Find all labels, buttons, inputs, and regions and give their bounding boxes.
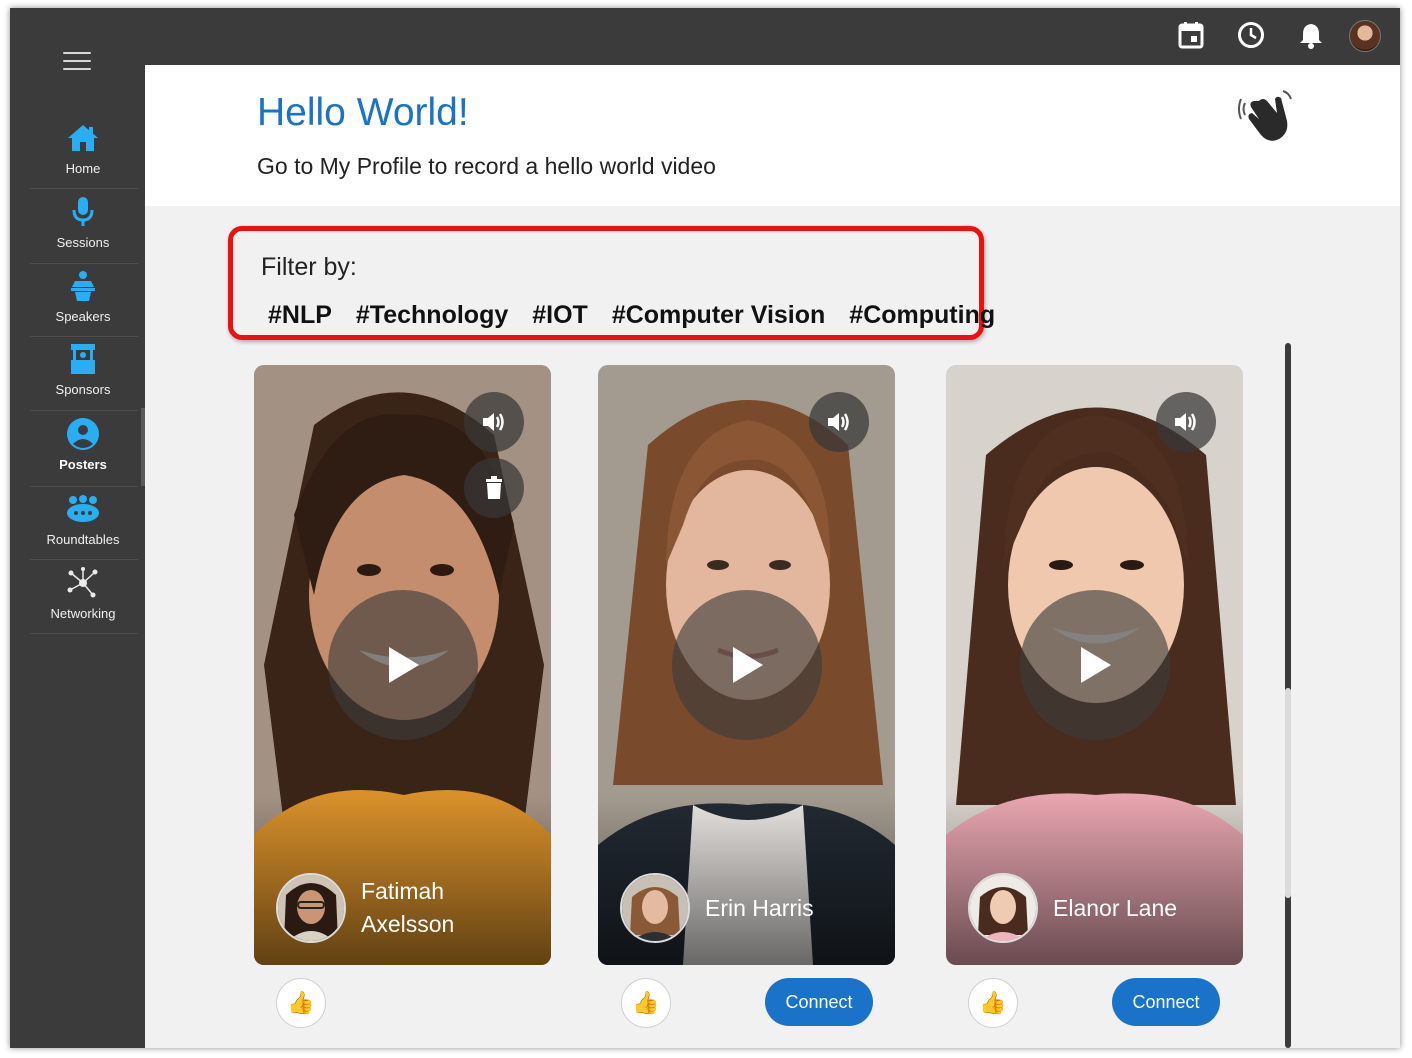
sidebar-item-label: Home: [65, 161, 101, 176]
sidebar-item-sponsors[interactable]: Sponsors: [20, 341, 146, 411]
podium-icon: [65, 268, 101, 304]
sidebar-item-networking[interactable]: Networking: [20, 565, 146, 635]
waving-hand-icon: [1237, 87, 1295, 145]
presenter-avatar[interactable]: [276, 873, 346, 943]
sidebar: Home Sessions Speakers Sponsors Posters …: [10, 8, 145, 1048]
play-button[interactable]: [328, 590, 478, 740]
app-window: Home Sessions Speakers Sponsors Posters …: [10, 8, 1400, 1048]
speaker-icon: [483, 413, 504, 431]
delete-button[interactable]: [464, 458, 524, 518]
sidebar-item-posters[interactable]: Posters: [20, 416, 146, 486]
profile-avatar[interactable]: [1349, 20, 1381, 52]
presenter-name: Fatimah Axelsson: [361, 878, 455, 937]
filter-tag-nlp[interactable]: #NLP: [268, 301, 332, 330]
volume-button[interactable]: [809, 392, 869, 452]
menu-icon[interactable]: [63, 52, 91, 70]
sidebar-item-label: Sponsors: [55, 382, 111, 397]
filter-panel: Filter by: #NLP #Technology #IOT #Comput…: [228, 226, 995, 340]
like-button[interactable]: 👍: [276, 978, 326, 1028]
speaker-icon: [828, 413, 849, 431]
play-icon: [733, 647, 763, 683]
poster-card: Fatimah Axelsson: [254, 365, 551, 965]
filter-tag-technology[interactable]: #Technology: [356, 301, 508, 330]
sidebar-item-speakers[interactable]: Speakers: [20, 268, 146, 338]
filter-tag-iot[interactable]: #IOT: [532, 301, 588, 330]
filter-label: Filter by:: [261, 253, 357, 281]
welcome-subtitle: Go to My Profile to record a hello world…: [257, 153, 716, 179]
microphone-icon: [65, 194, 101, 230]
booth-icon: [65, 341, 101, 377]
presenter-name: Elanor Lane: [1053, 895, 1178, 921]
sidebar-item-roundtables[interactable]: Roundtables: [20, 491, 146, 561]
user-circle-icon: [65, 416, 101, 452]
sidebar-item-label: Networking: [50, 606, 116, 621]
network-icon: [65, 565, 101, 601]
like-button[interactable]: 👍: [968, 978, 1018, 1028]
connect-button[interactable]: Connect: [1112, 978, 1220, 1026]
play-icon: [1081, 647, 1111, 683]
presenter-avatar[interactable]: [968, 873, 1038, 943]
filter-tag-computer-vision[interactable]: #Computer Vision: [612, 301, 825, 330]
sidebar-item-label: Posters: [59, 457, 107, 472]
presenter-name: Erin Harris: [705, 895, 814, 921]
filter-tags: #NLP #Technology #IOT #Computer Vision #…: [268, 301, 995, 330]
thumbs-up-icon: 👍: [979, 990, 1007, 1015]
presenter-avatar[interactable]: [620, 873, 690, 943]
filter-tag-computing[interactable]: #Computing: [849, 301, 995, 330]
sidebar-item-sessions[interactable]: Sessions: [20, 194, 146, 264]
play-button[interactable]: [1020, 590, 1170, 740]
thumbs-up-icon: 👍: [632, 990, 660, 1015]
scrollbar-thumb-highlight: [1285, 688, 1291, 898]
sidebar-item-label: Roundtables: [46, 532, 120, 547]
clock-icon[interactable]: [1236, 20, 1266, 50]
sidebar-item-label: Sessions: [56, 235, 110, 250]
like-button[interactable]: 👍: [621, 978, 671, 1028]
trash-icon: [486, 476, 502, 499]
sidebar-item-label: Speakers: [55, 309, 111, 324]
home-icon: [65, 120, 101, 156]
thumbs-up-icon: 👍: [287, 990, 315, 1015]
people-group-icon: [65, 491, 101, 527]
sidebar-item-home[interactable]: Home: [20, 120, 146, 190]
play-icon: [389, 647, 419, 683]
bell-icon[interactable]: [1296, 20, 1326, 50]
top-bar: [145, 8, 1400, 65]
welcome-banner: Hello World! Go to My Profile to record …: [145, 65, 1400, 206]
volume-button[interactable]: [464, 392, 524, 452]
connect-button[interactable]: Connect: [765, 978, 873, 1026]
page-title: Hello World!: [257, 91, 469, 134]
poster-card: Elanor Lane: [946, 365, 1243, 965]
play-button[interactable]: [672, 590, 822, 740]
poster-card: Erin Harris: [598, 365, 895, 965]
volume-button[interactable]: [1156, 392, 1216, 452]
calendar-icon[interactable]: [1176, 20, 1206, 50]
speaker-icon: [1175, 413, 1196, 431]
